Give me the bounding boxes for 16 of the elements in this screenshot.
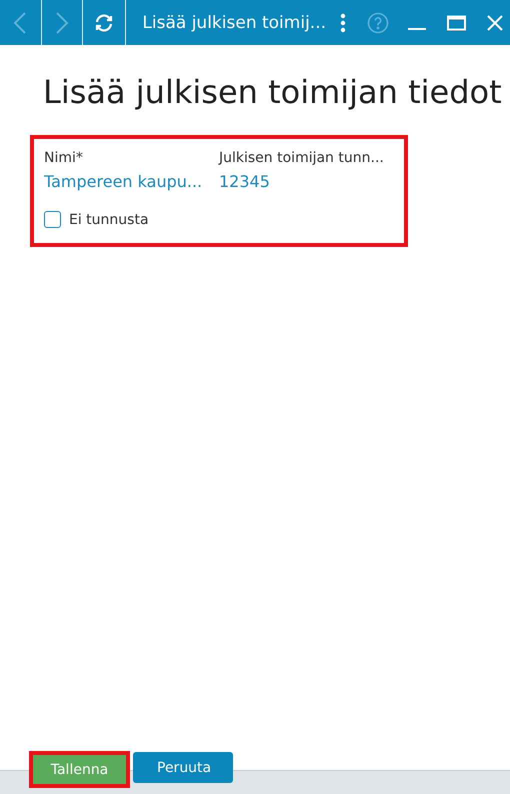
window-title: Lisää julkisen toimij... xyxy=(142,12,326,32)
field-value[interactable]: Tampereen kaupu... xyxy=(44,172,219,191)
field-label: Julkisen toimijan tunn... xyxy=(219,150,385,166)
refresh-icon xyxy=(94,12,114,32)
page-heading: Lisää julkisen toimijan tiedot xyxy=(43,73,503,111)
save-button[interactable]: Tallenna xyxy=(29,751,130,788)
checkbox-label: Ei tunnusta xyxy=(69,212,149,228)
more-options-icon[interactable] xyxy=(340,12,346,32)
maximize-icon[interactable] xyxy=(447,14,466,30)
chevron-left-icon xyxy=(13,12,28,34)
close-icon[interactable] xyxy=(487,14,504,30)
chevron-right-icon xyxy=(54,12,69,34)
checkbox[interactable] xyxy=(44,211,61,228)
cancel-button[interactable]: Peruuta xyxy=(133,752,233,783)
field-label: Nimi* xyxy=(44,150,84,166)
field-value[interactable]: 12345 xyxy=(219,172,394,191)
